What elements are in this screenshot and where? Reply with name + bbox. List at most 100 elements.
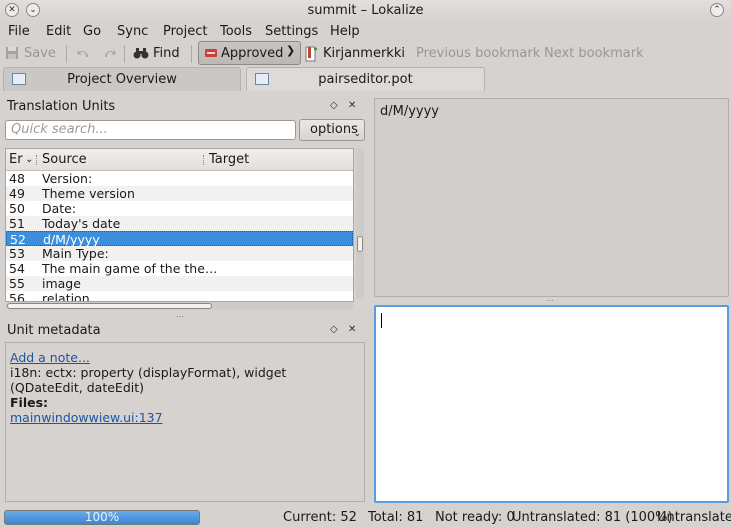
vertical-scrollbar[interactable] xyxy=(356,148,364,300)
bookmark-button[interactable]: Kirjanmerkki xyxy=(323,46,405,61)
row-number: 53 xyxy=(9,246,25,261)
toolbar-separator xyxy=(191,45,192,63)
row-source: Date: xyxy=(42,201,77,216)
table-row[interactable]: 52 d/M/yyyy xyxy=(6,231,353,247)
column-entry[interactable]: Er xyxy=(9,152,23,167)
table-row[interactable]: 51 Today's date xyxy=(6,216,353,231)
menu-project[interactable]: Project xyxy=(163,24,207,39)
row-number: 51 xyxy=(9,216,25,231)
table-row[interactable]: 56 relation xyxy=(6,291,353,302)
save-button[interactable]: Save xyxy=(24,46,56,61)
row-source: relation xyxy=(42,291,90,302)
binoculars-icon xyxy=(133,48,149,59)
next-bookmark-button[interactable]: Next bookmark xyxy=(544,46,644,61)
status-not-ready: Not ready: 0 xyxy=(435,510,515,525)
splitter-handle[interactable]: ⋯ xyxy=(546,296,554,305)
tab-project-overview[interactable]: Project Overview xyxy=(3,67,241,91)
unit-metadata-panel: Add a note... i18n: ectx: property (disp… xyxy=(5,342,365,502)
menu-edit[interactable]: Edit xyxy=(46,24,71,39)
status-total: Total: 81 xyxy=(368,510,424,525)
source-text: d/M/yyyy xyxy=(380,104,440,119)
row-source: d/M/yyyy xyxy=(43,232,100,247)
undo-icon[interactable] xyxy=(76,46,92,60)
menu-file[interactable]: File xyxy=(8,24,30,39)
maximize-window-icon[interactable]: ⌃ xyxy=(710,3,724,17)
float-panel-icon[interactable]: ◇ xyxy=(330,324,338,335)
row-source: Theme version xyxy=(42,186,135,201)
translation-units-table: Er ⌄ Source Target 48 Version: 49 Theme ver… xyxy=(5,148,354,302)
horizontal-scrollbar[interactable] xyxy=(5,302,354,310)
document-icon xyxy=(255,73,269,85)
scroll-thumb[interactable] xyxy=(7,303,212,309)
row-source: The main game of the the… xyxy=(42,261,218,276)
save-icon xyxy=(6,47,18,59)
add-note-link[interactable]: Add a note... xyxy=(10,350,360,365)
toolbar-separator xyxy=(66,45,67,63)
previous-bookmark-button[interactable]: Previous bookmark xyxy=(416,46,540,61)
window-title: summit – Lokalize xyxy=(307,3,424,18)
float-panel-icon[interactable]: ◇ xyxy=(330,100,338,111)
approved-label: Approved xyxy=(221,46,284,61)
chevron-down-icon: ⌄ xyxy=(353,129,361,139)
row-number: 49 xyxy=(9,186,25,201)
column-source[interactable]: Source xyxy=(42,152,87,167)
menu-tools[interactable]: Tools xyxy=(220,24,252,39)
row-number: 48 xyxy=(9,171,25,186)
source-text-view: d/M/yyyy xyxy=(374,98,729,297)
text-caret xyxy=(381,313,382,328)
project-icon xyxy=(12,73,26,85)
lokalize-window: ✕ ⌄ summit – Lokalize ⌃ File Edit Go Syn… xyxy=(0,0,731,528)
approved-status-icon xyxy=(205,49,217,57)
row-number: 50 xyxy=(9,201,25,216)
menu-bar: File Edit Go Sync Project Tools Settings… xyxy=(0,22,731,42)
table-row[interactable]: 55 image xyxy=(6,276,353,291)
status-current: Current: 52 xyxy=(283,510,357,525)
status-untranslated-overflow: Untranslated xyxy=(657,510,731,525)
table-row[interactable]: 48 Version: xyxy=(6,171,353,186)
document-tab-bar: Project Overview pairseditor.pot xyxy=(0,67,731,92)
row-source: Version: xyxy=(42,171,93,186)
table-row[interactable]: 49 Theme version xyxy=(6,186,353,201)
row-number: 55 xyxy=(9,276,25,291)
row-number: 54 xyxy=(9,261,25,276)
sort-chevron-icon[interactable]: ⌄ xyxy=(25,154,33,165)
column-divider xyxy=(203,155,204,165)
find-button[interactable]: Find xyxy=(153,46,180,61)
toolbar-separator xyxy=(124,45,125,63)
row-source: Today's date xyxy=(42,216,121,231)
progress-label: 100% xyxy=(84,510,120,524)
table-row[interactable]: 53 Main Type: xyxy=(6,246,353,261)
tab-pairseditor[interactable]: pairseditor.pot xyxy=(246,67,485,91)
table-header: Er ⌄ Source Target xyxy=(6,149,353,171)
status-untranslated: Untranslated: 81 (100%) xyxy=(512,510,673,525)
splitter-handle[interactable]: ⋯ xyxy=(176,312,184,321)
menu-settings[interactable]: Settings xyxy=(265,24,318,39)
menu-go[interactable]: Go xyxy=(83,24,101,39)
redo-icon[interactable] xyxy=(101,46,117,60)
close-panel-icon[interactable]: ✕ xyxy=(348,324,356,335)
status-bar: 100% Current: 52 Total: 81 Not ready: 0 … xyxy=(0,507,731,528)
table-row[interactable]: 54 The main game of the the… xyxy=(6,261,353,276)
menu-help[interactable]: Help xyxy=(330,24,360,39)
column-target[interactable]: Target xyxy=(209,152,249,167)
table-row[interactable]: 50 Date: xyxy=(6,201,353,216)
title-bar: ✕ ⌄ summit – Lokalize ⌃ xyxy=(0,0,731,21)
bookmark-icon xyxy=(305,46,317,62)
search-options-button[interactable]: options ⌄ xyxy=(299,119,365,141)
translation-editor[interactable] xyxy=(374,305,729,503)
row-source: Main Type: xyxy=(42,246,109,261)
row-number: 52 xyxy=(10,232,26,247)
close-panel-icon[interactable]: ✕ xyxy=(348,100,356,111)
column-divider xyxy=(36,155,37,165)
approved-dropdown-icon[interactable]: ❯ xyxy=(286,44,295,57)
row-number: 56 xyxy=(9,291,25,302)
file-reference-link[interactable]: mainwindowwiew.ui:137 xyxy=(10,410,360,425)
menu-sync[interactable]: Sync xyxy=(117,24,148,39)
translation-progress-bar: 100% xyxy=(4,510,200,525)
translation-units-title: Translation Units xyxy=(7,99,116,114)
tab-label: Project Overview xyxy=(67,72,177,87)
scroll-thumb[interactable] xyxy=(357,236,363,252)
tab-label: pairseditor.pot xyxy=(318,72,413,87)
files-label: Files: xyxy=(10,395,49,410)
quick-search-input[interactable]: Quick search... xyxy=(5,120,296,140)
